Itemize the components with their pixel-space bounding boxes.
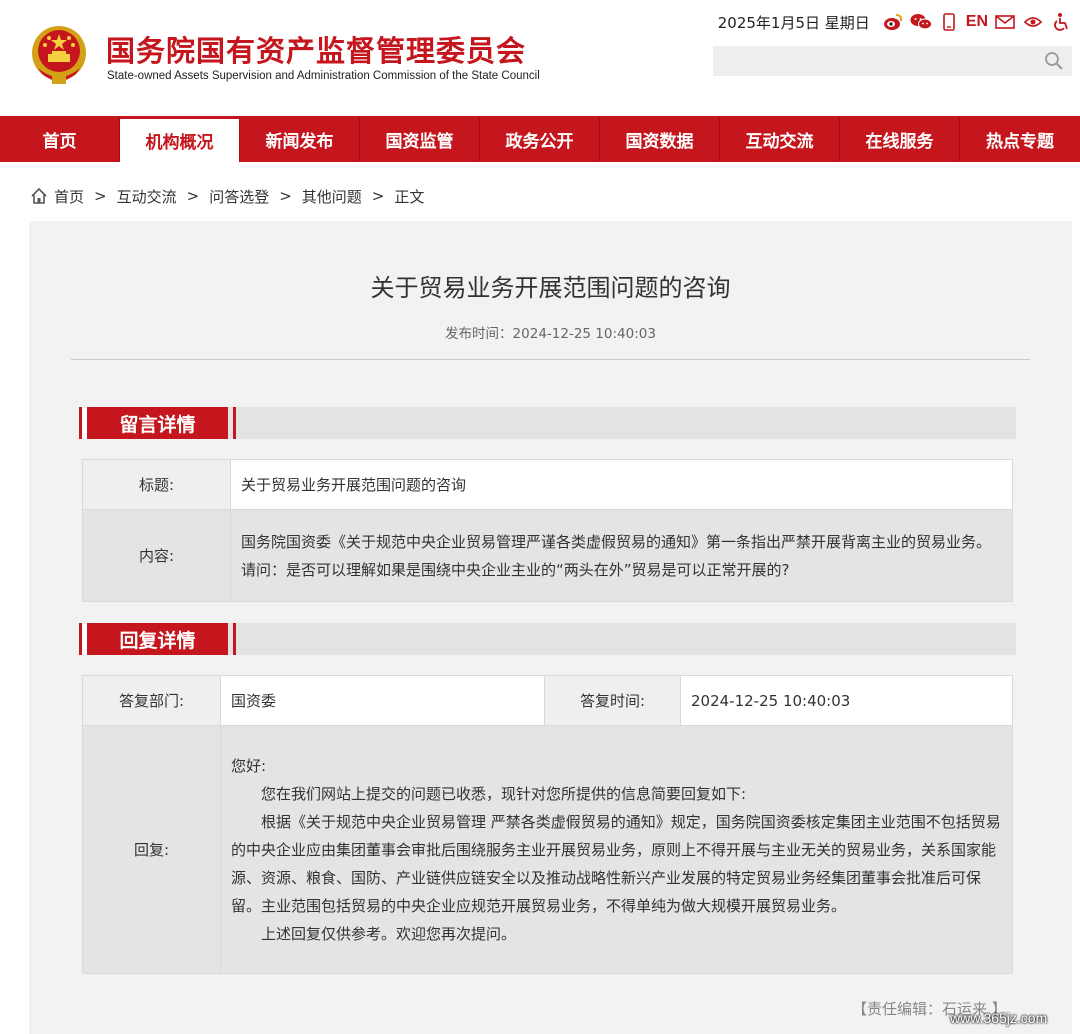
title-value: 关于贸易业务开展范围问题的咨询 [230, 459, 1013, 510]
mail-icon[interactable] [994, 11, 1016, 33]
breadcrumb-qa[interactable]: 问答选登 [209, 186, 269, 207]
reply-paragraph: 您在我们网站上提交的问题已收悉，现针对您所提供的信息简要回复如下: [261, 784, 747, 803]
wechat-icon[interactable] [910, 11, 932, 33]
nav-item-about[interactable]: 机构概况 [120, 116, 240, 162]
wheelchair-icon[interactable] [1050, 11, 1072, 33]
reply-section-header: 回复详情 [79, 623, 1016, 655]
breadcrumb-separator: > [371, 187, 385, 205]
reply-paragraph: 上述回复仅供参考。欢迎您再次提问。 [261, 924, 517, 943]
dept-value: 国资委 [220, 675, 545, 726]
message-section-header: 留言详情 [79, 407, 1016, 439]
breadcrumb-separator: > [279, 187, 292, 205]
article-title: 关于贸易业务开展范围问题的咨询 [370, 274, 731, 302]
reply-label: 回复: [82, 725, 221, 974]
reply-section-title: 回复详情 [79, 623, 236, 655]
reply-time-label: 答复时间: [544, 675, 681, 726]
breadcrumb-home[interactable]: 首页 [54, 186, 84, 207]
message-table: 标题: 关于贸易业务开展范围问题的咨询 内容: 国务院国资委《关于规范中央企业贸… [82, 459, 1013, 602]
nav-item-gov-affairs[interactable]: 政务公开 [480, 116, 600, 162]
breadcrumb: 首页 > 互动交流 > 问答选登 > 其他问题 > 正文 [30, 184, 424, 208]
reply-body: 您好: 您在我们网站上提交的问题已收悉，现针对您所提供的信息简要回复如下: 根据… [220, 725, 1013, 974]
breadcrumb-interaction[interactable]: 互动交流 [117, 186, 177, 207]
search-input[interactable] [713, 46, 1033, 76]
search-bar [713, 46, 1072, 76]
nav-item-news[interactable]: 新闻发布 [240, 116, 360, 162]
main-nav: 首页 机构概况 新闻发布 国资监管 政务公开 国资数据 互动交流 在线服务 热点… [0, 116, 1080, 162]
site-header: 国务院国有资产监督管理委员会 State-owned Assets Superv… [0, 0, 1080, 116]
national-emblem-icon [32, 26, 86, 84]
breadcrumb-other[interactable]: 其他问题 [302, 186, 362, 207]
english-version-link[interactable]: EN [966, 13, 988, 31]
current-date: 2025年1月5日 星期日 [717, 13, 870, 32]
dept-label: 答复部门: [82, 675, 221, 726]
top-toolbar: 2025年1月5日 星期日 EN [718, 8, 1072, 36]
nav-item-topics[interactable]: 热点专题 [960, 116, 1080, 162]
accessibility-eye-icon[interactable] [1022, 11, 1044, 33]
publish-time: 发布时间：2024-12-25 10:40:03 [445, 326, 656, 342]
weibo-icon[interactable] [882, 11, 904, 33]
table-row: 回复: 您好: 您在我们网站上提交的问题已收悉，现针对您所提供的信息简要回复如下… [82, 725, 1013, 974]
message-section-title: 留言详情 [79, 407, 236, 439]
title-divider [71, 359, 1030, 360]
table-row: 内容: 国务院国资委《关于规范中央企业贸易管理严谨各类虚假贸易的通知》第一条指出… [82, 509, 1013, 602]
reply-greeting: 您好: [231, 756, 267, 775]
nav-item-data[interactable]: 国资数据 [600, 116, 720, 162]
title-label: 标题: [82, 459, 231, 510]
breadcrumb-separator: > [186, 187, 200, 205]
table-row: 标题: 关于贸易业务开展范围问题的咨询 [82, 459, 1013, 510]
mobile-icon[interactable] [938, 11, 960, 33]
table-row: 答复部门: 国资委 答复时间: 2024-12-25 10:40:03 [82, 675, 1013, 726]
content-label: 内容: [82, 509, 231, 602]
reply-section-heading: 回复详情 [119, 629, 196, 652]
reply-table: 答复部门: 国资委 答复时间: 2024-12-25 10:40:03 回复: … [82, 675, 1013, 974]
breadcrumb-current: 正文 [394, 187, 425, 206]
site-subtitle-en: State-owned Assets Supervision and Admin… [107, 70, 540, 82]
nav-item-supervision[interactable]: 国资监管 [360, 116, 480, 162]
message-section-heading: 留言详情 [119, 413, 196, 436]
breadcrumb-separator: > [94, 187, 107, 205]
content-value: 国务院国资委《关于规范中央企业贸易管理严谨各类虚假贸易的通知》第一条指出严禁开展… [230, 509, 1013, 602]
reply-paragraph: 根据《关于规范中央企业贸易管理 严禁各类虚假贸易的通知》规定，国务院国资委核定集… [231, 812, 1001, 915]
reply-time-value: 2024-12-25 10:40:03 [680, 675, 1013, 726]
site-title[interactable]: 国务院国有资产监督管理委员会 [106, 28, 526, 70]
home-icon[interactable] [30, 187, 48, 205]
search-icon[interactable] [1044, 51, 1064, 71]
nav-item-home[interactable]: 首页 [0, 116, 120, 162]
watermark: www.365jz.com [950, 1010, 1048, 1026]
nav-item-services[interactable]: 在线服务 [840, 116, 960, 162]
nav-item-interaction[interactable]: 互动交流 [720, 116, 840, 162]
